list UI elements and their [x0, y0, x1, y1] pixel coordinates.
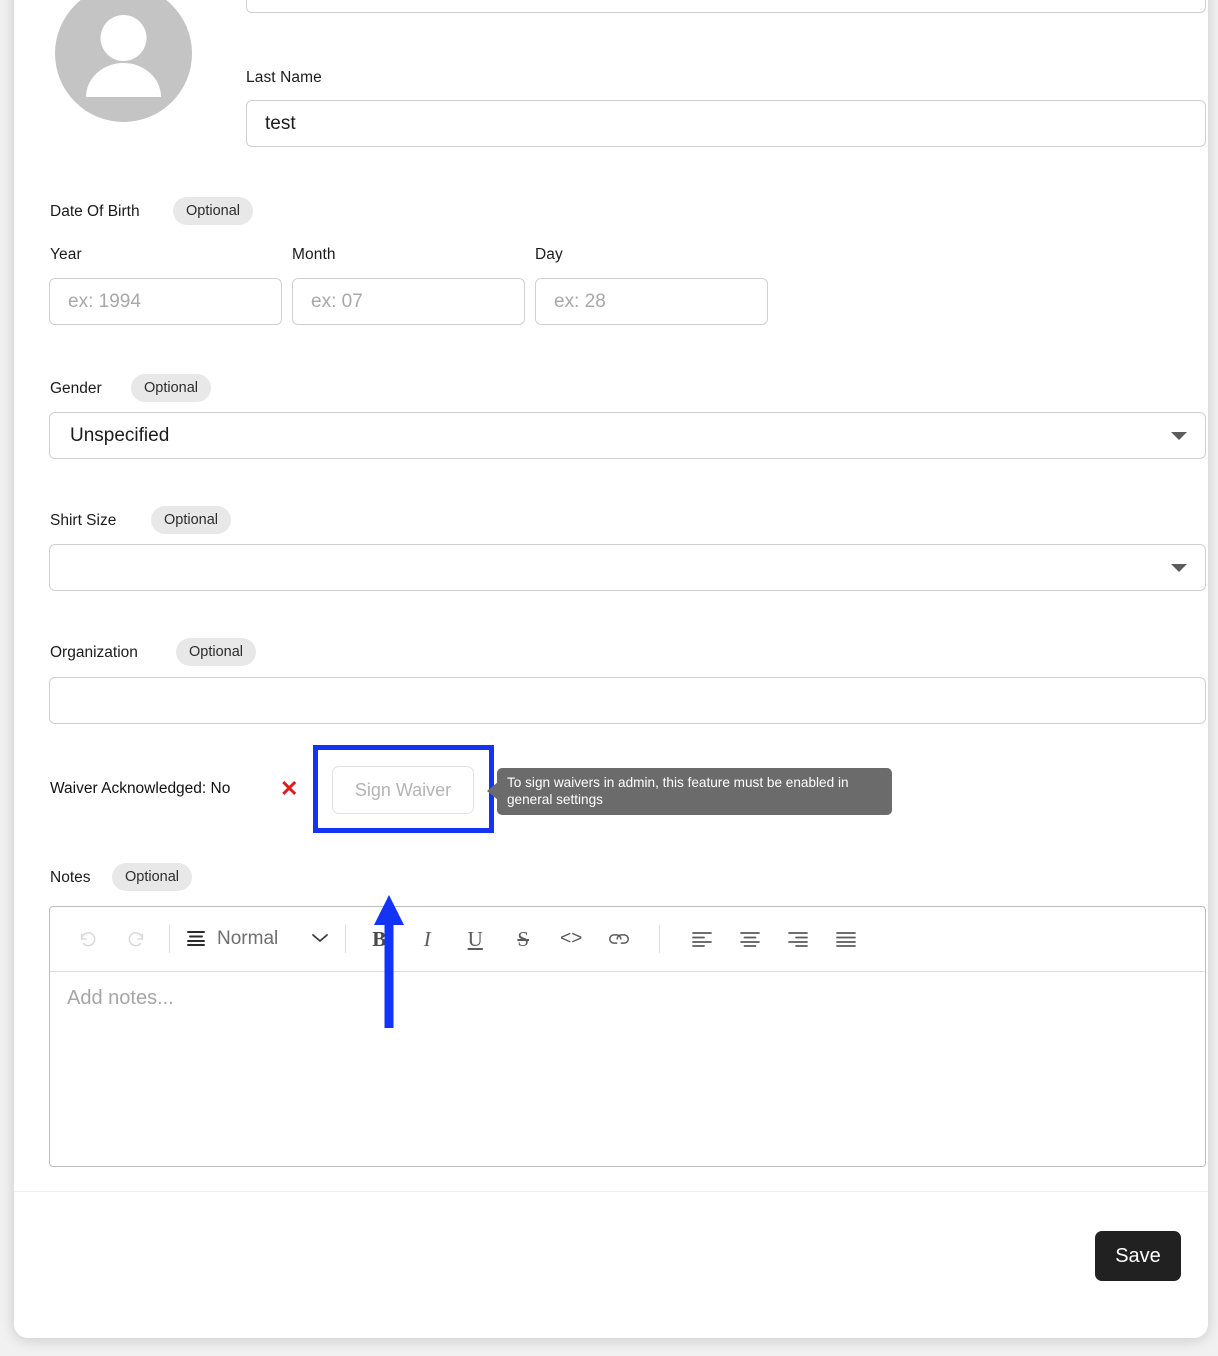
shirt-size-optional-badge: Optional — [151, 506, 232, 534]
redo-icon[interactable] — [112, 915, 160, 963]
notes-label: Notes — [50, 869, 91, 886]
toolbar-divider — [345, 925, 347, 953]
organization-label: Organization — [50, 644, 138, 661]
notes-placeholder[interactable]: Add notes... — [67, 987, 174, 1010]
save-button[interactable]: Save — [1095, 1231, 1181, 1281]
dob-month-input[interactable] — [292, 278, 525, 325]
underline-icon[interactable]: U — [451, 915, 499, 963]
date-of-birth-label: Date Of Birth — [50, 203, 140, 220]
notes-rich-text-editor: Normal B I U S <> Add notes... — [49, 906, 1206, 1167]
gender-optional-badge: Optional — [131, 374, 212, 402]
profile-edit-modal: Last Name Date Of Birth Optional Year Mo… — [14, 0, 1208, 1338]
form-footer: Save — [14, 1191, 1208, 1338]
organization-input[interactable] — [49, 677, 1206, 724]
notes-optional-badge: Optional — [112, 863, 193, 891]
align-left-icon[interactable] — [678, 915, 726, 963]
gender-selected-value: Unspecified — [70, 424, 170, 446]
last-name-input[interactable] — [246, 100, 1206, 147]
year-label: Year — [50, 246, 82, 263]
red-x-icon: ✕ — [280, 776, 299, 801]
last-name-label: Last Name — [246, 69, 322, 86]
strikethrough-icon[interactable]: S — [499, 915, 547, 963]
code-icon[interactable]: <> — [547, 915, 595, 963]
paragraph-format-icon — [185, 929, 207, 950]
paragraph-format-select[interactable]: Normal — [179, 915, 336, 963]
chevron-down-icon — [1171, 563, 1187, 572]
undo-icon[interactable] — [64, 915, 112, 963]
gender-label: Gender — [50, 380, 102, 397]
shirt-size-label: Shirt Size — [50, 512, 117, 529]
align-center-icon[interactable] — [726, 915, 774, 963]
dob-day-input[interactable] — [535, 278, 768, 325]
paragraph-format-value: Normal — [217, 928, 279, 949]
chevron-down-icon — [1171, 431, 1187, 440]
profile-form: Last Name Date Of Birth Optional Year Mo… — [14, 0, 1208, 1191]
toolbar-divider — [169, 925, 170, 953]
dob-year-input[interactable] — [49, 278, 282, 325]
first-name-input[interactable] — [246, 0, 1206, 13]
waiver-tooltip: To sign waivers in admin, this feature m… — [497, 768, 892, 815]
align-right-icon[interactable] — [774, 915, 822, 963]
notes-toolbar: Normal B I U S <> — [50, 907, 1205, 972]
align-justify-icon[interactable] — [822, 915, 870, 963]
sign-waiver-button[interactable]: Sign Waiver — [332, 766, 474, 814]
day-label: Day — [535, 246, 563, 263]
toolbar-divider — [659, 925, 661, 953]
link-icon[interactable] — [595, 915, 643, 963]
date-of-birth-optional-badge: Optional — [173, 197, 254, 225]
person-avatar-icon — [55, 0, 192, 122]
organization-optional-badge: Optional — [176, 638, 257, 666]
italic-icon[interactable]: I — [403, 915, 451, 963]
shirt-size-select[interactable] — [49, 544, 1206, 591]
chevron-down-icon — [310, 932, 330, 947]
bold-icon[interactable]: B — [355, 915, 403, 963]
month-label: Month — [292, 246, 336, 263]
gender-select[interactable]: Unspecified — [49, 412, 1206, 459]
waiver-status-label: Waiver Acknowledged: No — [50, 780, 231, 797]
